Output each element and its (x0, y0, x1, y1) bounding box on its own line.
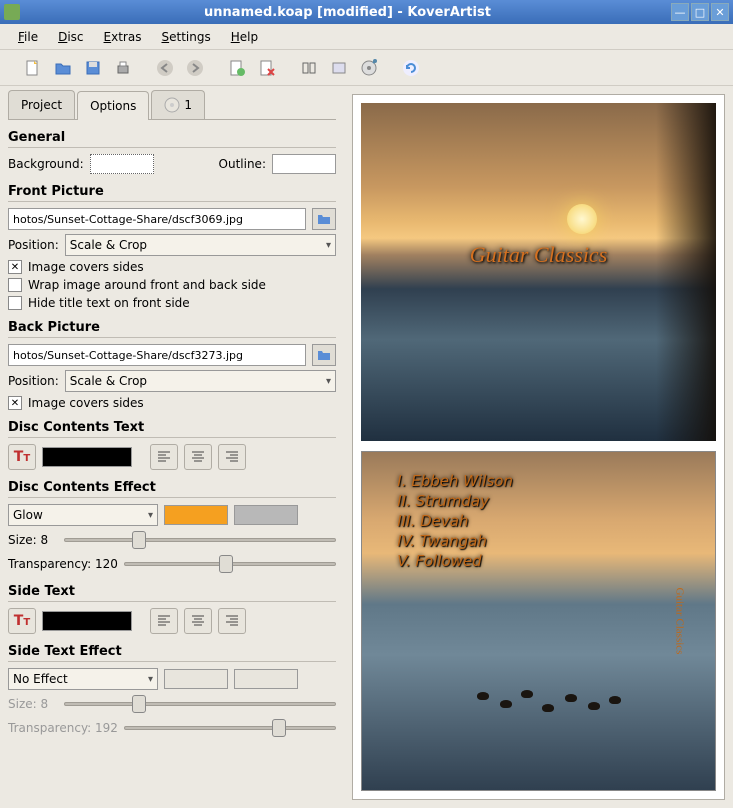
side-align-right[interactable] (218, 608, 246, 634)
side-transparency-label: Transparency: 192 (8, 721, 118, 735)
menu-file[interactable]: File (8, 27, 48, 47)
outline-color[interactable] (272, 154, 336, 174)
section-contents-effect: Disc Contents Effect (8, 476, 336, 498)
forward-button[interactable] (182, 55, 208, 81)
menubar: File Disc Extras Settings Help (0, 24, 733, 50)
window-titlebar: unnamed.koap [modified] - KoverArtist — … (0, 0, 733, 24)
side-align-left[interactable] (150, 608, 178, 634)
side-text-preview: Guitar Classics (674, 588, 686, 655)
options-panel: Project Options 1 General Background: Ou… (0, 86, 344, 808)
side-font-button[interactable]: TT (8, 608, 36, 634)
contents-size-label: Size: 8 (8, 533, 58, 547)
menu-disc[interactable]: Disc (48, 27, 93, 47)
tab-options[interactable]: Options (77, 91, 149, 120)
front-position-combo[interactable]: Scale & Crop (65, 234, 336, 256)
front-view-button[interactable] (296, 55, 322, 81)
delete-disc-button[interactable] (254, 55, 280, 81)
front-wrap-check[interactable]: Wrap image around front and back side (8, 278, 336, 292)
side-effect-color1[interactable] (164, 669, 228, 689)
back-picture-browse[interactable] (312, 344, 336, 366)
back-position-label: Position: (8, 374, 59, 388)
front-picture-browse[interactable] (312, 208, 336, 230)
save-button[interactable] (80, 55, 106, 81)
window-title: unnamed.koap [modified] - KoverArtist (26, 5, 669, 20)
back-view-button[interactable] (326, 55, 352, 81)
maximize-button[interactable]: □ (691, 3, 709, 21)
contents-transparency-slider[interactable] (124, 554, 336, 574)
app-icon (4, 4, 20, 20)
outline-label: Outline: (219, 157, 266, 171)
side-effect-color2[interactable] (234, 669, 298, 689)
menu-settings[interactable]: Settings (151, 27, 220, 47)
contents-align-center[interactable] (184, 444, 212, 470)
preview-panel: Guitar Classics I. Ebbeh Wilson II. Stru… (344, 86, 733, 808)
contents-effect-color2[interactable] (234, 505, 298, 525)
tab-disc-1[interactable]: 1 (151, 90, 205, 119)
disc-icon (164, 97, 180, 113)
contents-size-slider[interactable] (64, 530, 336, 550)
side-align-center[interactable] (184, 608, 212, 634)
back-picture-path[interactable] (8, 344, 306, 366)
front-picture-path[interactable] (8, 208, 306, 230)
side-size-slider (64, 694, 336, 714)
minimize-button[interactable]: — (671, 3, 689, 21)
cddb-button[interactable] (356, 55, 382, 81)
front-covers-sides-check[interactable]: ✕Image covers sides (8, 260, 336, 274)
side-size-label: Size: 8 (8, 697, 58, 711)
align-right-icon (225, 614, 239, 628)
contents-align-right[interactable] (218, 444, 246, 470)
menu-extras[interactable]: Extras (94, 27, 152, 47)
contents-transparency-label: Transparency: 120 (8, 557, 118, 571)
section-side-effect: Side Text Effect (8, 640, 336, 662)
contents-font-button[interactable]: TT (8, 444, 36, 470)
section-back-picture: Back Picture (8, 316, 336, 338)
folder-icon (317, 348, 331, 362)
tab-project[interactable]: Project (8, 90, 75, 119)
align-left-icon (157, 450, 171, 464)
open-button[interactable] (50, 55, 76, 81)
align-center-icon (191, 450, 205, 464)
contents-effect-color1[interactable] (164, 505, 228, 525)
align-right-icon (225, 450, 239, 464)
contents-effect-combo[interactable]: Glow (8, 504, 158, 526)
tabs: Project Options 1 (8, 90, 336, 120)
section-general: General (8, 126, 336, 148)
align-left-icon (157, 614, 171, 628)
menu-help[interactable]: Help (221, 27, 268, 47)
side-text-color[interactable] (42, 611, 132, 631)
section-side-text: Side Text (8, 580, 336, 602)
side-transparency-slider (124, 718, 336, 738)
front-hide-title-check[interactable]: Hide title text on front side (8, 296, 336, 310)
background-color[interactable] (90, 154, 154, 174)
front-position-label: Position: (8, 238, 59, 252)
section-contents-text: Disc Contents Text (8, 416, 336, 438)
track-list: I. Ebbeh Wilson II. Strumday III. Devah … (397, 472, 513, 572)
back-cover-preview: I. Ebbeh Wilson II. Strumday III. Devah … (361, 451, 716, 791)
front-cover-preview: Guitar Classics (361, 103, 716, 441)
refresh-button[interactable] (398, 55, 424, 81)
new-button[interactable] (20, 55, 46, 81)
folder-icon (317, 212, 331, 226)
back-position-combo[interactable]: Scale & Crop (65, 370, 336, 392)
background-label: Background: (8, 157, 84, 171)
align-center-icon (191, 614, 205, 628)
section-front-picture: Front Picture (8, 180, 336, 202)
print-button[interactable] (110, 55, 136, 81)
side-effect-combo[interactable]: No Effect (8, 668, 158, 690)
contents-text-color[interactable] (42, 447, 132, 467)
back-covers-sides-check[interactable]: ✕Image covers sides (8, 396, 336, 410)
new-disc-button[interactable] (224, 55, 250, 81)
close-button[interactable]: ✕ (711, 3, 729, 21)
back-button[interactable] (152, 55, 178, 81)
contents-align-left[interactable] (150, 444, 178, 470)
toolbar (0, 50, 733, 86)
front-title-text: Guitar Classics (470, 242, 608, 268)
